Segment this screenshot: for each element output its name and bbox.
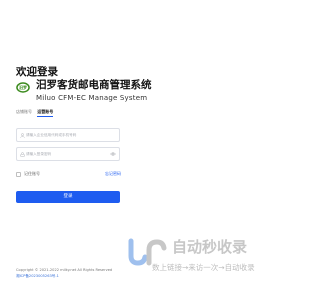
remember-account[interactable]: 记住账号: [16, 170, 40, 178]
password-input[interactable]: [26, 148, 110, 160]
system-title: 汨罗客货邮电商管理系统: [36, 79, 152, 91]
login-tabs: 店铺账号 运营账号: [16, 108, 57, 117]
icp-link[interactable]: 湘ICP备2023005263号-1: [16, 274, 59, 279]
user-icon: [20, 132, 25, 138]
remember-label: 记住账号: [24, 171, 40, 176]
welcome-heading: 欢迎登录: [16, 66, 58, 78]
copyright-text: Copyright © 2021-2022 milky.net All Righ…: [16, 268, 113, 272]
system-subtitle: Miluo CFM-EC Manage System: [36, 94, 148, 102]
password-field[interactable]: [16, 147, 120, 161]
watermark-text: 自动秒收录: [172, 238, 248, 256]
lock-icon: [20, 151, 25, 157]
watermark-subtitle: 数上链接→来访一次→自动收录: [152, 263, 255, 272]
tab-operator-account[interactable]: 运营账号: [37, 108, 54, 117]
login-button[interactable]: 登录: [16, 191, 120, 203]
logo-text: 汨罗: [19, 84, 27, 90]
watermark-logo-icon: [128, 238, 167, 266]
logo-icon: 汨罗: [16, 82, 30, 93]
forgot-password-link[interactable]: 忘记密码: [105, 170, 121, 178]
username-input[interactable]: [26, 129, 110, 141]
eye-icon[interactable]: [110, 152, 116, 156]
remember-checkbox[interactable]: [16, 171, 21, 177]
tab-store-account[interactable]: 店铺账号: [16, 108, 32, 116]
username-field[interactable]: [16, 128, 120, 142]
